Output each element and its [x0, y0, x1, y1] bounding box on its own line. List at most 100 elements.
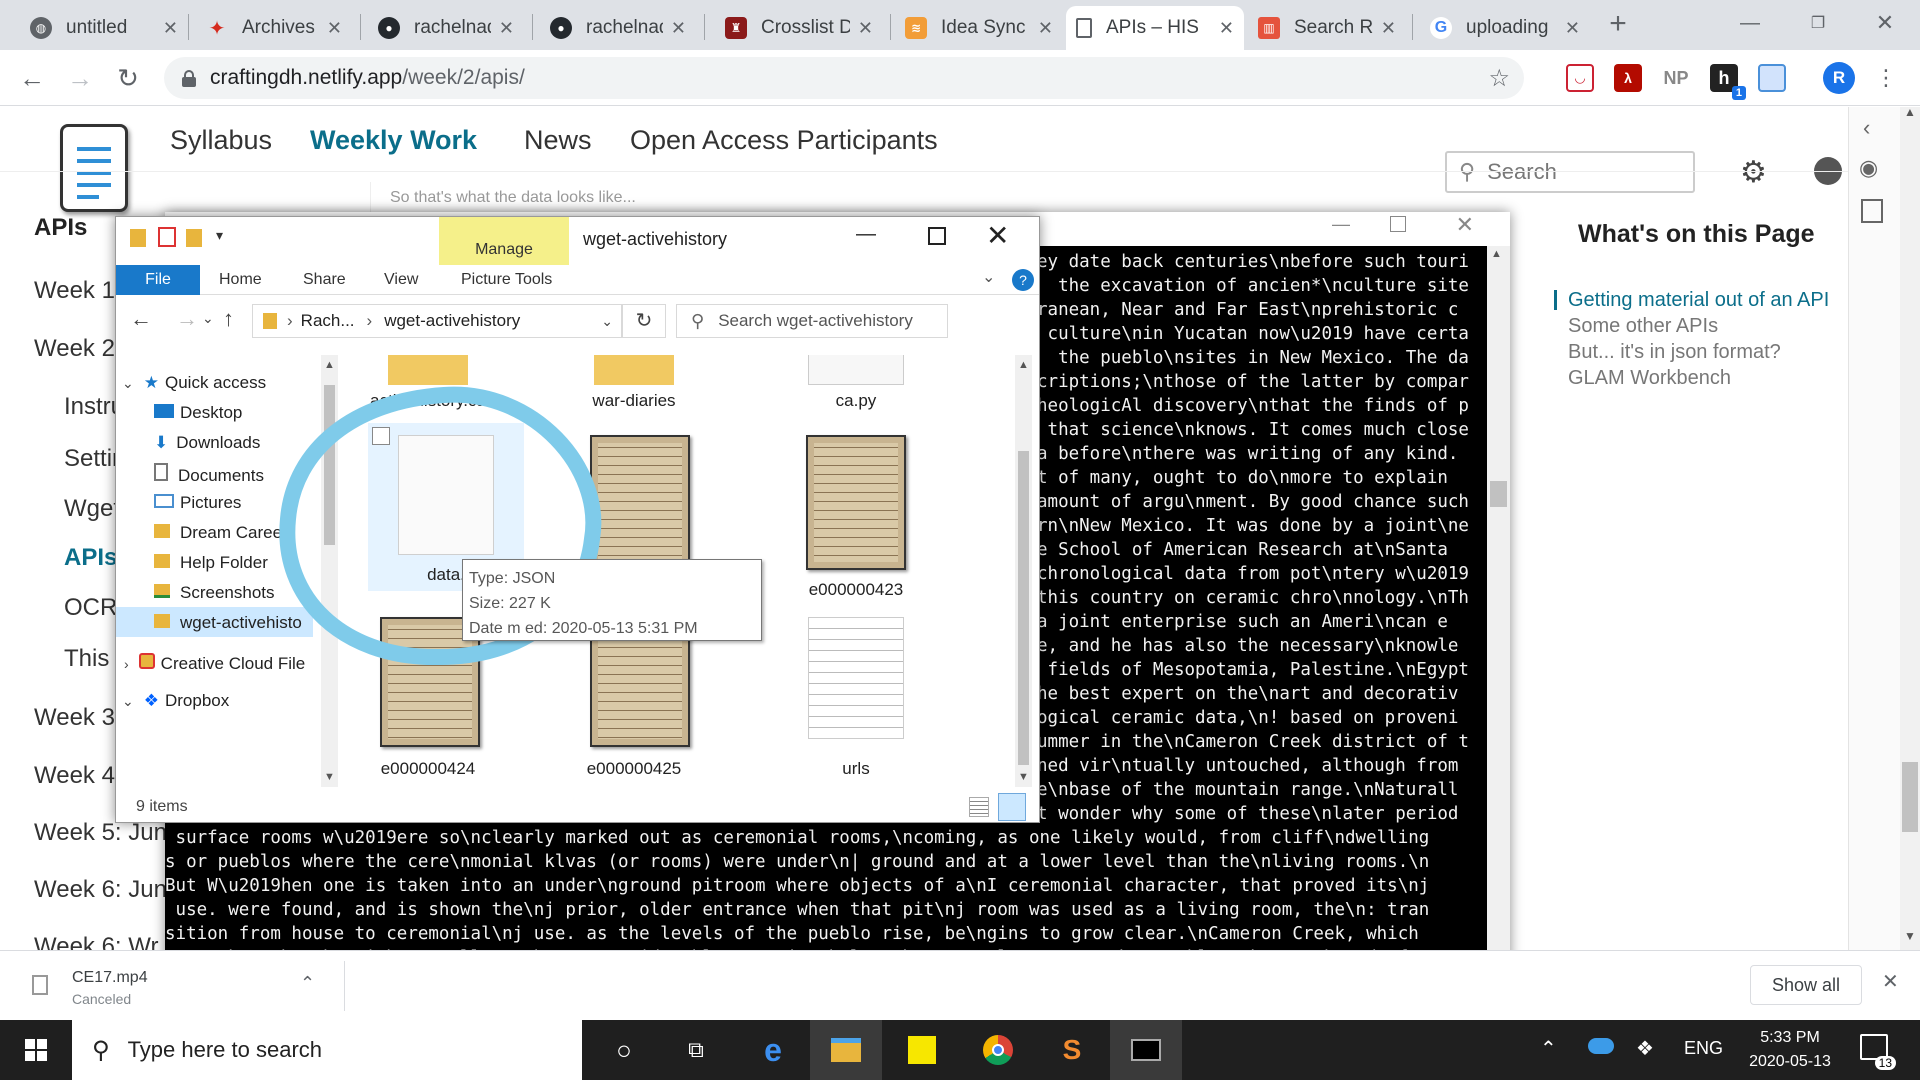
- image-thumbnail[interactable]: [806, 435, 906, 570]
- close-tab-icon[interactable]: ✕: [1038, 18, 1053, 39]
- nav-item-dropbox[interactable]: ⌄ ❖ Dropbox: [122, 691, 229, 711]
- tab-github-1[interactable]: ● rachelnad ✕: [368, 6, 524, 50]
- close-tab-icon[interactable]: ✕: [499, 18, 514, 39]
- notifications-icon[interactable]: 13: [1860, 1034, 1896, 1070]
- close-tab-icon[interactable]: ✕: [1565, 18, 1580, 39]
- menu-dots-icon[interactable]: ⋮: [1868, 60, 1904, 96]
- ribbon-tab-view[interactable]: View: [384, 271, 418, 289]
- toc-item-other-apis[interactable]: Some other APIs: [1568, 315, 1718, 338]
- sticky-notes-icon[interactable]: [886, 1020, 958, 1080]
- nav-item-help-folder[interactable]: Help Folder: [154, 553, 268, 573]
- toc-item-glam-workbench[interactable]: GLAM Workbench: [1568, 367, 1731, 390]
- maximize-icon[interactable]: [1390, 216, 1406, 232]
- close-tab-icon[interactable]: ✕: [1381, 18, 1396, 39]
- site-search-input[interactable]: ⚲ Search: [1445, 151, 1695, 193]
- cortana-icon[interactable]: ○: [588, 1020, 660, 1080]
- file-explorer-icon[interactable]: [810, 1020, 882, 1080]
- reload-icon[interactable]: ↻: [110, 60, 146, 96]
- nav-weekly-work[interactable]: Weekly Work: [310, 125, 477, 156]
- chevron-left-icon[interactable]: ‹: [1863, 115, 1870, 141]
- sidebar-item-wget[interactable]: Wget: [64, 495, 120, 523]
- explorer-titlebar[interactable]: ▾ Manage wget-activehistory ― ✕: [116, 217, 1039, 265]
- ribbon-expand-icon[interactable]: ⌄: [982, 267, 995, 287]
- new-tab-button[interactable]: +: [1600, 6, 1636, 42]
- file-e000000424[interactable]: e000000424: [348, 759, 508, 779]
- ribbon-tab-file[interactable]: File: [116, 265, 200, 295]
- windows-start-icon[interactable]: [0, 1020, 72, 1080]
- close-window-button[interactable]: ✕: [1855, 0, 1915, 46]
- taskbar-search-box[interactable]: ⚲ Type here to search: [72, 1020, 582, 1080]
- onedrive-icon[interactable]: [1588, 1038, 1614, 1054]
- document-icon[interactable]: [1758, 64, 1786, 92]
- ribbon-tab-share[interactable]: Share: [303, 271, 346, 289]
- profile-avatar[interactable]: R: [1823, 62, 1855, 94]
- help-icon[interactable]: ?: [1012, 269, 1034, 291]
- show-all-button[interactable]: Show all: [1750, 965, 1862, 1005]
- nav-open-access[interactable]: Open Access Participants: [630, 125, 938, 156]
- customize-dropdown-icon[interactable]: ▾: [216, 227, 223, 244]
- bookmark-star-icon[interactable]: ☆: [1488, 64, 1510, 93]
- pocket-icon[interactable]: ◡: [1566, 64, 1594, 92]
- image-thumbnail[interactable]: [590, 435, 690, 570]
- breadcrumb-parent[interactable]: Rach...: [301, 311, 355, 331]
- site-logo-icon[interactable]: [60, 124, 128, 212]
- hypothesis-icon[interactable]: h 1: [1710, 64, 1746, 100]
- expand-chevron-icon[interactable]: ›: [124, 656, 129, 672]
- nav-item-downloads[interactable]: ⬇ Downloads: [154, 433, 260, 453]
- file-urls[interactable]: urls: [776, 759, 936, 779]
- terminal-scrollbar[interactable]: ▲ ▼: [1487, 246, 1510, 967]
- details-view-icon[interactable]: [969, 797, 989, 817]
- chrome-icon[interactable]: [962, 1020, 1034, 1080]
- task-view-icon[interactable]: ⧉: [660, 1020, 732, 1080]
- new-folder-icon[interactable]: [186, 229, 202, 247]
- address-dropdown-icon[interactable]: ⌄: [601, 313, 613, 330]
- download-menu-chevron-icon[interactable]: ⌃: [300, 973, 315, 994]
- expand-chevron-icon[interactable]: ⌄: [122, 375, 134, 391]
- toc-item-getting-material[interactable]: Getting material out of an API: [1568, 289, 1829, 312]
- nav-item-creative-cloud[interactable]: › Creative Cloud File: [124, 653, 305, 674]
- file-explorer-window[interactable]: ▾ Manage wget-activehistory ― ✕ File Hom…: [115, 216, 1040, 823]
- sidebar-item-week5[interactable]: Week 5: Jun: [34, 819, 167, 847]
- breadcrumb-current[interactable]: wget-activehistory: [384, 311, 520, 331]
- manage-context-tab[interactable]: Manage: [439, 217, 569, 265]
- forward-arrow-icon[interactable]: →: [176, 306, 198, 332]
- np-icon[interactable]: NP: [1662, 64, 1690, 92]
- sidebar-item-week4[interactable]: Week 4: [34, 762, 115, 790]
- explorer-search-input[interactable]: ⚲ Search wget-activehistory: [676, 304, 948, 338]
- up-arrow-icon[interactable]: ↑: [223, 306, 234, 332]
- tab-crosslist[interactable]: ♜ Crosslist D ✕: [715, 6, 883, 50]
- tab-untitled[interactable]: ◍ untitled ✕: [20, 6, 188, 50]
- download-filename[interactable]: CE17.mp4: [72, 969, 148, 987]
- large-icons-view-icon[interactable]: [998, 793, 1026, 821]
- taskbar-clock[interactable]: 5:33 PM 2020-05-13: [1740, 1026, 1840, 1074]
- sidebar-item-week6[interactable]: Week 6: Jun: [34, 876, 167, 904]
- ribbon-tab-picture-tools[interactable]: Picture Tools: [461, 271, 552, 289]
- terminal-icon[interactable]: [1110, 1020, 1182, 1080]
- nav-news[interactable]: News: [524, 125, 592, 156]
- sidebar-item-week1[interactable]: Week 1: [34, 277, 115, 305]
- minimize-window-button[interactable]: ―: [1720, 0, 1780, 46]
- ribbon-tab-home[interactable]: Home: [219, 271, 262, 289]
- nav-item-documents[interactable]: Documents: [154, 463, 264, 486]
- nav-item-screenshots[interactable]: Screenshots: [154, 583, 275, 603]
- toc-item-json-format[interactable]: But... it's in json format?: [1568, 341, 1781, 364]
- sidebar-item-apis[interactable]: APIs: [64, 544, 117, 572]
- tab-search-results[interactable]: ▥Search Re✕: [1248, 6, 1406, 50]
- back-arrow-icon[interactable]: ←: [130, 306, 152, 332]
- close-tab-icon[interactable]: ✕: [858, 18, 873, 39]
- sidebar-item-week2[interactable]: Week 2: [34, 335, 115, 363]
- page-scrollbar[interactable]: ▲ ▼: [1900, 107, 1920, 950]
- file-ca-py[interactable]: ca.py: [776, 391, 936, 411]
- sublime-icon[interactable]: S: [1036, 1020, 1108, 1080]
- close-tab-icon[interactable]: ✕: [327, 18, 342, 39]
- tab-apis-active[interactable]: APIs – HIS ✕: [1066, 6, 1244, 50]
- maximize-icon[interactable]: [928, 227, 946, 245]
- acrobat-icon[interactable]: λ: [1614, 64, 1642, 92]
- minimize-icon[interactable]: ―: [1332, 214, 1350, 235]
- tab-idea-sync[interactable]: ≋ Idea Sync ✕: [895, 6, 1063, 50]
- close-downloads-icon[interactable]: ✕: [1882, 969, 1899, 994]
- expand-chevron-icon[interactable]: ⌄: [122, 693, 134, 709]
- close-tab-icon[interactable]: ✕: [163, 18, 178, 39]
- minimize-icon[interactable]: ―: [856, 223, 876, 246]
- files-scrollbar[interactable]: ▲ ▼: [1015, 355, 1032, 787]
